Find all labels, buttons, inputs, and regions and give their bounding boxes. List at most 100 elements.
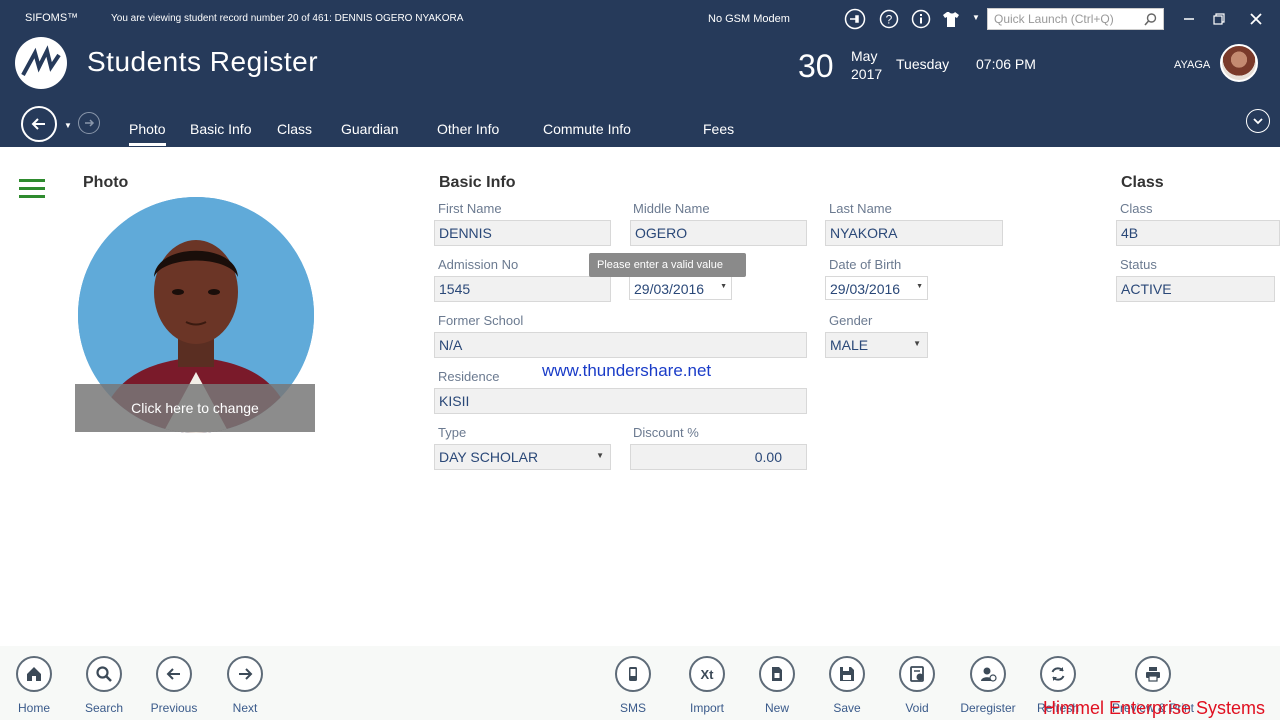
back-button[interactable] xyxy=(21,106,57,142)
arrow-right-icon xyxy=(227,656,263,692)
first-name-field[interactable]: DENNIS xyxy=(434,220,611,246)
deregister-button[interactable]: Deregister xyxy=(953,656,1023,715)
basic-info-heading: Basic Info xyxy=(439,174,516,191)
arrow-left-icon xyxy=(31,118,45,130)
forward-button[interactable] xyxy=(78,112,100,134)
history-dropdown-caret[interactable]: ▼ xyxy=(64,121,72,130)
page-title: Students Register xyxy=(87,46,319,77)
tab-other-info[interactable]: Other Info xyxy=(437,121,499,137)
middle-name-label: Middle Name xyxy=(633,201,710,216)
menu-icon[interactable] xyxy=(19,179,45,203)
minimize-icon[interactable] xyxy=(1180,10,1198,28)
gsm-status: No GSM Modem xyxy=(708,13,790,25)
tab-class[interactable]: Class xyxy=(277,121,312,137)
discount-label: Discount % xyxy=(633,425,699,440)
record-info: You are viewing student record number 20… xyxy=(111,13,464,24)
previous-button[interactable]: Previous xyxy=(139,656,209,715)
chevron-down-icon[interactable]: ▼ xyxy=(913,339,921,348)
sms-button[interactable]: SMS xyxy=(598,656,668,715)
home-icon xyxy=(16,656,52,692)
import-label: Import xyxy=(689,701,724,715)
deregister-icon xyxy=(970,656,1006,692)
help-icon[interactable]: ? xyxy=(878,8,900,30)
save-icon xyxy=(829,656,865,692)
chevron-down-icon[interactable]: ▼ xyxy=(916,283,923,290)
new-button[interactable]: New xyxy=(742,656,812,715)
brand-watermark: Himmel Enterprise Systems xyxy=(1043,698,1266,718)
gender-label: Gender xyxy=(829,313,873,328)
former-school-field[interactable]: N/A xyxy=(434,332,807,358)
tab-basic-info[interactable]: Basic Info xyxy=(190,121,251,137)
title-row: SIFOMS™ You are viewing student record n… xyxy=(0,0,1280,38)
admission-date-picker[interactable]: 29/03/2016 ▼ xyxy=(629,276,732,300)
tab-photo[interactable]: Photo xyxy=(129,121,166,146)
close-icon[interactable] xyxy=(1247,10,1265,28)
date-year: 2017 xyxy=(851,66,883,82)
sms-label: SMS xyxy=(619,701,646,715)
void-label: Void xyxy=(905,701,929,715)
former-school-label: Former School xyxy=(438,313,524,328)
type-label: Type xyxy=(438,425,467,440)
validation-tooltip: Please enter a valid value xyxy=(589,253,746,277)
clock-time: 07:06 PM xyxy=(976,56,1036,72)
gender-value: MALE xyxy=(830,337,869,353)
chevron-down-icon[interactable]: ▼ xyxy=(720,283,727,290)
residence-field[interactable]: KISII xyxy=(434,388,807,414)
class-heading: Class xyxy=(1121,174,1164,191)
search-label: Search xyxy=(84,701,124,715)
middle-name-field[interactable]: OGERO xyxy=(630,220,807,246)
svg-text:Xt: Xt xyxy=(701,667,715,682)
residence-label: Residence xyxy=(438,369,500,384)
chevron-down-icon xyxy=(1253,118,1263,125)
previous-label: Previous xyxy=(150,701,198,715)
change-photo-button[interactable]: Click here to change xyxy=(75,384,315,432)
info-icon[interactable] xyxy=(910,8,932,30)
quick-launch-input[interactable]: Quick Launch (Ctrl+Q) xyxy=(987,8,1164,30)
user-name[interactable]: AYAGA xyxy=(1174,59,1210,71)
date-weekday: Tuesday xyxy=(896,56,950,72)
tab-bar: ▼ Photo Basic Info Class Guardian Other … xyxy=(0,104,1280,147)
admission-no-field[interactable]: 1545 xyxy=(434,276,611,302)
class-field[interactable]: 4B xyxy=(1116,220,1280,246)
home-button[interactable]: Home xyxy=(0,656,69,715)
avatar[interactable] xyxy=(1220,44,1258,82)
date-day: 30 xyxy=(798,48,834,84)
first-name-label: First Name xyxy=(438,201,502,216)
tab-fees[interactable]: Fees xyxy=(703,121,734,137)
plug-icon[interactable] xyxy=(844,8,866,30)
status-field[interactable]: ACTIVE xyxy=(1116,276,1275,302)
shirt-icon[interactable] xyxy=(940,8,962,30)
discount-field[interactable]: 0.00 xyxy=(630,444,807,470)
gender-select[interactable]: MALE ▼ xyxy=(825,332,928,358)
refresh-icon xyxy=(1040,656,1076,692)
chevron-down-icon[interactable]: ▼ xyxy=(596,451,604,460)
next-button[interactable]: Next xyxy=(210,656,280,715)
new-document-icon xyxy=(759,656,795,692)
shirt-dropdown-caret[interactable]: ▼ xyxy=(972,13,980,22)
type-select[interactable]: DAY SCHOLAR ▼ xyxy=(434,444,611,470)
app-logo xyxy=(15,37,67,89)
save-label: Save xyxy=(833,701,861,715)
void-button[interactable]: Void xyxy=(882,656,952,715)
search-button[interactable]: Search xyxy=(69,656,139,715)
restore-icon[interactable] xyxy=(1210,10,1228,28)
search-icon xyxy=(1144,13,1157,26)
deregister-label: Deregister xyxy=(960,701,1016,715)
svg-text:?: ? xyxy=(886,13,893,27)
tab-guardian[interactable]: Guardian xyxy=(341,121,399,137)
import-button[interactable]: Xt Import xyxy=(672,656,742,715)
print-icon xyxy=(1135,656,1171,692)
save-button[interactable]: Save xyxy=(812,656,882,715)
watermark-text: www.thundershare.net xyxy=(542,361,712,380)
quick-launch-placeholder: Quick Launch (Ctrl+Q) xyxy=(994,12,1114,26)
import-icon: Xt xyxy=(689,656,725,692)
dob-picker[interactable]: 29/03/2016 ▼ xyxy=(825,276,928,300)
last-name-label: Last Name xyxy=(829,201,892,216)
date-month: May xyxy=(851,48,878,64)
last-name-field[interactable]: NYAKORA xyxy=(825,220,1003,246)
arrow-left-icon xyxy=(156,656,192,692)
admission-no-label: Admission No xyxy=(438,257,519,272)
expand-button[interactable] xyxy=(1246,109,1270,133)
tab-commute-info[interactable]: Commute Info xyxy=(543,121,631,137)
dob-value: 29/03/2016 xyxy=(830,281,901,297)
